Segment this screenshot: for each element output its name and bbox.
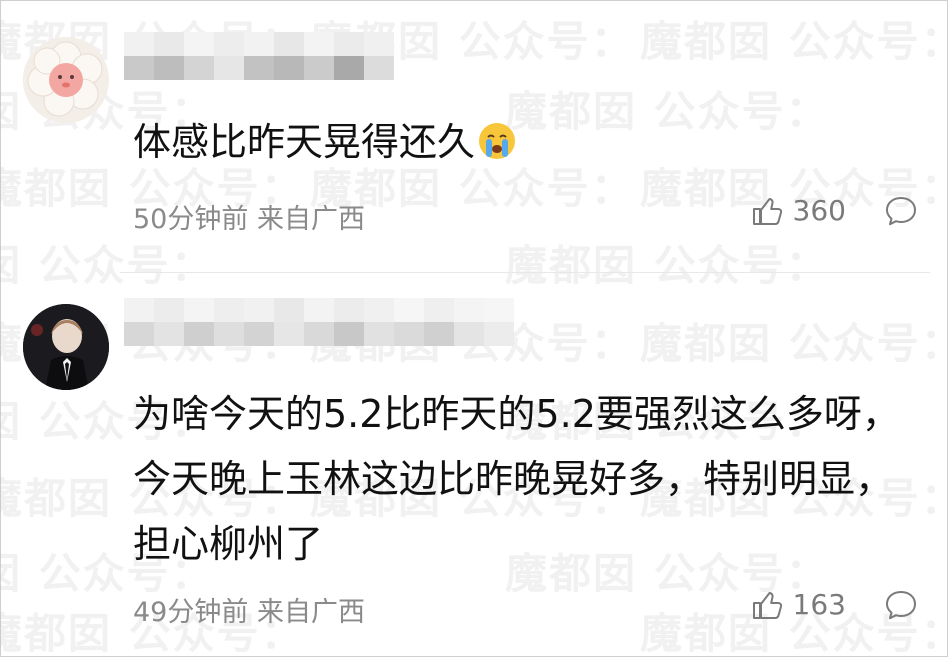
crying-face-icon [477, 116, 517, 181]
comment-text: 体感比昨天晃得还久 [133, 110, 918, 181]
reply-button[interactable] [884, 589, 918, 621]
like-button[interactable]: 163 [751, 588, 846, 621]
comment-meta: 50分钟前 来自广西 [133, 204, 365, 235]
comment-item: 为啥今天的5.2比昨天的5.2要强烈这么多呀，今天晚上玉林这边比昨晚晃好多，特别… [0, 272, 948, 657]
comment-text: 为啥今天的5.2比昨天的5.2要强烈这么多呀，今天晚上玉林这边比昨晚晃好多，特别… [133, 392, 900, 566]
reply-button[interactable] [884, 195, 918, 227]
username-blurred[interactable] [124, 32, 394, 80]
like-button[interactable]: 360 [751, 194, 846, 227]
like-count: 360 [792, 194, 846, 227]
comment-actions: 360 [751, 194, 918, 227]
avatar[interactable] [23, 37, 109, 123]
comment-bubble-icon [886, 196, 916, 225]
thumbs-up-icon [752, 197, 782, 225]
person-avatar-icon [23, 304, 109, 390]
comment-actions: 163 [751, 588, 918, 621]
flower-avatar-icon [23, 37, 109, 123]
thumbs-up-icon [752, 591, 782, 619]
comment-item: 体感比昨天晃得还久 50分钟前 来自广西 360 [0, 0, 948, 272]
username-blurred[interactable] [124, 298, 514, 346]
like-count: 163 [792, 588, 846, 621]
avatar[interactable] [23, 304, 109, 390]
comment-text-body: 体感比昨天晃得还久 [133, 120, 476, 164]
comment-meta: 49分钟前 来自广西 [133, 597, 365, 628]
comment-bubble-icon [886, 590, 916, 619]
